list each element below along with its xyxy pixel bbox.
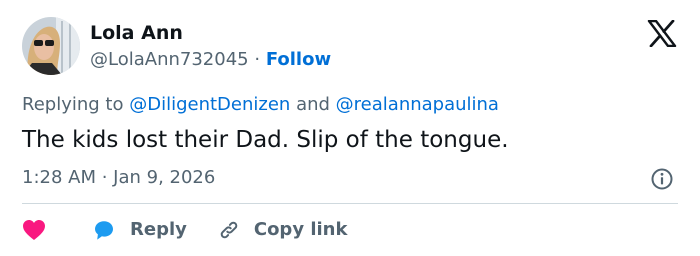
replying-to-line: Replying to @DiligentDenizen and @realan…: [22, 93, 499, 117]
reply-label: Reply: [130, 219, 187, 240]
replying-to-conjunction: and: [296, 94, 330, 115]
divider: [22, 203, 678, 204]
tweet-text: The kids lost their Dad. Slip of the ton…: [22, 127, 509, 153]
replying-to-label: Replying to: [22, 94, 124, 115]
speech-bubble-icon: [95, 221, 113, 240]
link-icon: [220, 221, 238, 239]
user-handle[interactable]: @LolaAnn732045: [90, 49, 249, 70]
x-logo-icon[interactable]: [647, 20, 677, 47]
handle-row: @LolaAnn732045 · Follow: [90, 48, 331, 72]
follow-button[interactable]: Follow: [266, 49, 331, 70]
info-icon[interactable]: [650, 167, 674, 191]
avatar[interactable]: [22, 17, 80, 75]
avatar-image: [22, 17, 80, 75]
copy-link-button[interactable]: Copy link: [217, 218, 348, 242]
like-button[interactable]: [22, 219, 46, 241]
mention-diligentdenizen[interactable]: @DiligentDenizen: [129, 94, 290, 115]
tweet-timestamp[interactable]: 1:28 AM · Jan 9, 2026: [22, 166, 215, 190]
reply-button[interactable]: Reply: [92, 218, 187, 242]
heart-icon: [23, 220, 45, 240]
copy-link-label: Copy link: [253, 219, 348, 240]
separator-dot: ·: [254, 49, 261, 70]
mention-realannapaulina[interactable]: @realannapaulina: [336, 94, 499, 115]
action-bar: Reply Copy link: [22, 214, 347, 246]
display-name[interactable]: Lola Ann: [90, 21, 183, 45]
